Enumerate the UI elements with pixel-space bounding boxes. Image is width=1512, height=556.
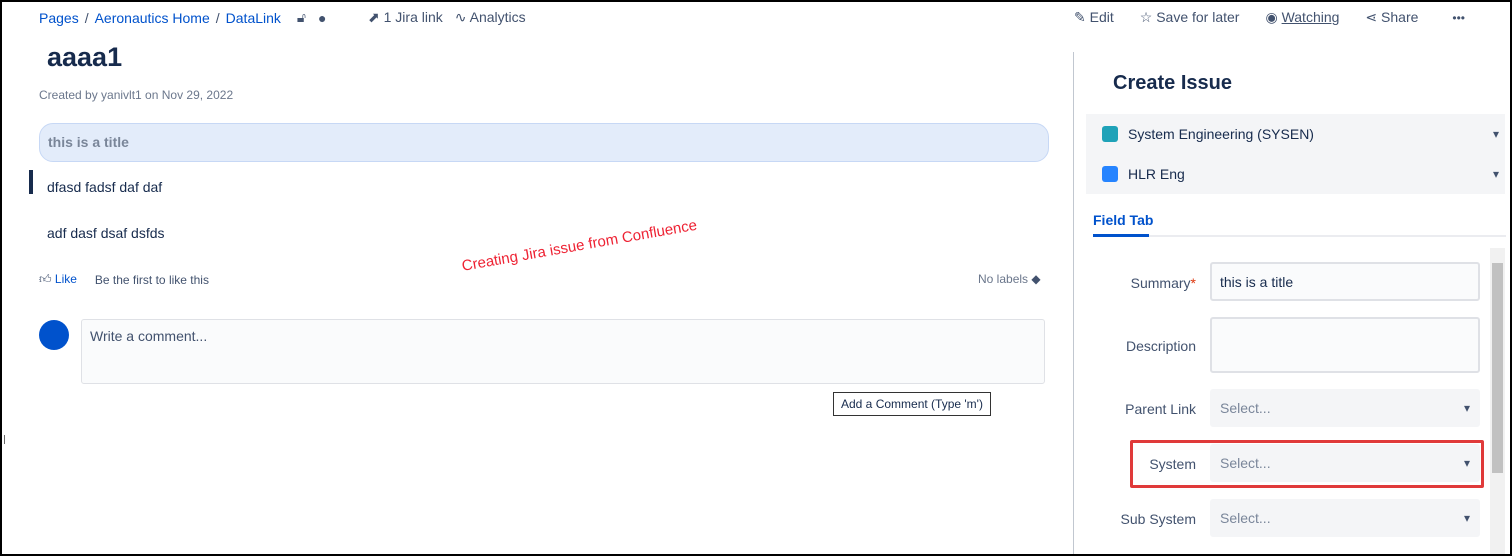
- parent-link-label: Parent Link: [1125, 401, 1196, 417]
- breadcrumb-separator: /: [215, 9, 220, 26]
- panel-title: Create Issue: [1113, 72, 1232, 94]
- chevron-down-icon: ▾: [1492, 167, 1499, 181]
- sub-system-label: Sub System: [1120, 511, 1196, 527]
- chevron-down-icon: ▾: [1492, 127, 1499, 141]
- share-icon: ⋖: [1365, 9, 1382, 25]
- page-title: aaaa1: [47, 42, 123, 72]
- like-text: Be the first to like this: [94, 272, 209, 287]
- eye-icon: ◉: [1265, 9, 1282, 25]
- scrollbar-thumb[interactable]: [1492, 263, 1503, 473]
- star-icon: ☆: [1139, 9, 1157, 25]
- parent-link-select[interactable]: Select... ▾: [1210, 389, 1480, 427]
- description-label: Description: [1125, 338, 1196, 354]
- select-value: Select...: [1220, 510, 1271, 526]
- tab-field-tab[interactable]: Field Tab: [1093, 212, 1153, 228]
- unlock-icon[interactable]: 🔓︎: [297, 9, 306, 26]
- like-button[interactable]: 👍︎ Like: [39, 272, 77, 287]
- analytics-button[interactable]: ∿ Analytics: [455, 9, 526, 26]
- watching-button[interactable]: ◉ Watching: [1265, 9, 1339, 26]
- breadcrumb-pages[interactable]: Pages: [39, 10, 79, 26]
- select-value: Select...: [1220, 400, 1271, 416]
- sub-system-select[interactable]: Select... ▾: [1210, 499, 1480, 537]
- page-actions: ✎ Edit ☆ Save for later ◉ Watching ⋖ Sha…: [1074, 9, 1465, 26]
- tag-icon: ◆: [1031, 272, 1041, 286]
- jira-icon: ⬈: [368, 9, 384, 25]
- share-label: Share: [1381, 9, 1419, 25]
- text-cursor-bar: [29, 170, 33, 194]
- breadcrumb-separator: /: [84, 9, 89, 26]
- more-actions-icon[interactable]: •••: [1452, 11, 1465, 25]
- required-marker: *: [1190, 275, 1196, 291]
- lightbulb-icon[interactable]: ●: [318, 10, 326, 26]
- summary-input[interactable]: this is a title: [1210, 262, 1480, 301]
- watching-label: Watching: [1281, 9, 1340, 25]
- analytics-icon: ∿: [454, 9, 470, 25]
- edit-button[interactable]: ✎ Edit: [1074, 9, 1114, 26]
- like-section: 👍︎ Like Be the first to like this: [39, 272, 209, 287]
- description-textarea[interactable]: [1210, 317, 1480, 373]
- summary-label: Summary*: [1131, 275, 1196, 291]
- jira-link-button[interactable]: ⬈ 1 Jira link: [368, 9, 443, 26]
- page-meta: ⬈ 1 Jira link ∿ Analytics: [368, 9, 526, 26]
- paragraph: adf dasf dsaf dsfds: [47, 225, 165, 241]
- pencil-icon: ✎: [1074, 9, 1090, 25]
- breadcrumb: Pages / Aeronautics Home / DataLink 🔓︎ ●: [39, 9, 326, 26]
- labels-text: No labels: [978, 272, 1029, 286]
- issue-type-icon: [1102, 166, 1118, 182]
- jira-link-label: 1 Jira link: [383, 9, 443, 25]
- comment-input[interactable]: Write a comment...: [81, 319, 1045, 384]
- project-icon: [1102, 126, 1118, 142]
- like-label: Like: [54, 272, 77, 286]
- no-labels[interactable]: No labels ◆: [978, 272, 1041, 286]
- highlighted-text[interactable]: this is a title: [39, 123, 1049, 162]
- share-button[interactable]: ⋖ Share: [1365, 9, 1418, 26]
- tab-divider: [1093, 235, 1506, 237]
- created-by: Created by yanivlt1 on Nov 29, 2022: [39, 88, 234, 102]
- divider: [4, 435, 5, 444]
- chevron-down-icon: ▾: [1463, 511, 1470, 525]
- panel-divider: [1073, 52, 1074, 556]
- paragraph: dfasd fadsf daf daf: [47, 179, 163, 195]
- analytics-label: Analytics: [469, 9, 526, 25]
- breadcrumb-aeronautics-home[interactable]: Aeronautics Home: [95, 10, 210, 26]
- save-label: Save for later: [1156, 9, 1240, 25]
- edit-label: Edit: [1089, 9, 1114, 25]
- project-select[interactable]: System Engineering (SYSEN) ▾: [1086, 114, 1505, 154]
- tab-active-indicator: [1093, 234, 1149, 237]
- save-for-later-button[interactable]: ☆ Save for later: [1140, 9, 1240, 26]
- annotation-text: Creating Jira issue from Confluence: [460, 216, 699, 275]
- highlight-box: [1130, 440, 1484, 488]
- chevron-down-icon: ▾: [1463, 401, 1470, 415]
- issue-type-label: HLR Eng: [1128, 166, 1185, 182]
- thumbs-up-icon: 👍︎: [39, 272, 52, 286]
- issue-type-select[interactable]: HLR Eng ▾: [1086, 154, 1505, 194]
- breadcrumb-datalink[interactable]: DataLink: [226, 10, 281, 26]
- avatar: [39, 320, 69, 350]
- comment-tooltip: Add a Comment (Type 'm'): [833, 392, 991, 416]
- summary-label-text: Summary: [1130, 275, 1191, 291]
- project-label: System Engineering (SYSEN): [1128, 126, 1314, 142]
